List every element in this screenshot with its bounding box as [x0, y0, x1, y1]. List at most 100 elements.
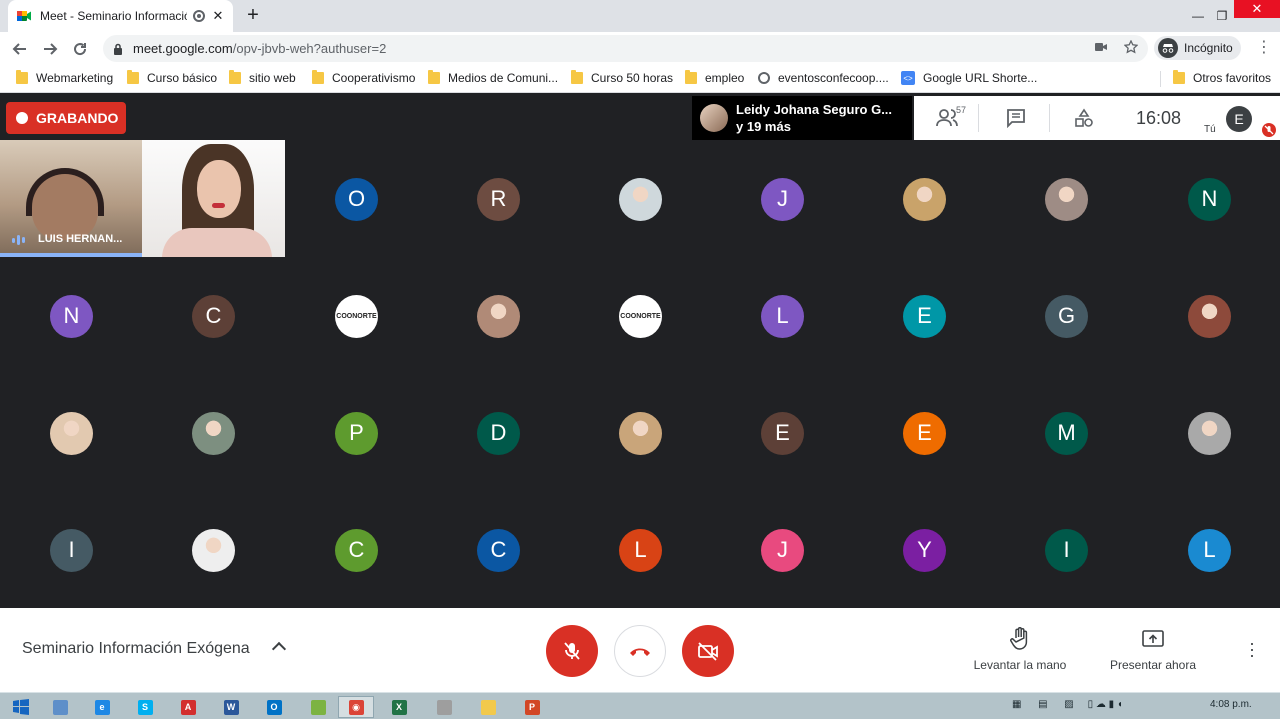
participant-tile[interactable]: COONORTE: [569, 257, 711, 374]
taskbar-app-button[interactable]: [470, 696, 506, 718]
leave-call-button[interactable]: [614, 625, 666, 677]
taskbar-app-button[interactable]: P: [514, 696, 550, 718]
browser-menu-icon[interactable]: ⋮: [1256, 40, 1272, 56]
address-bar[interactable]: meet.google.com /opv-jbvb-weh?authuser=2: [103, 35, 1148, 62]
active-speaker-chip[interactable]: Leidy Johana Seguro G... y 19 más: [692, 96, 912, 140]
participant-tile[interactable]: E: [711, 374, 853, 491]
participant-tile[interactable]: [1138, 257, 1280, 374]
bookmark-item[interactable]: Otros favoritos: [1173, 70, 1271, 85]
taskbar-app-button[interactable]: [426, 696, 462, 718]
meeting-name[interactable]: Seminario Información Exógena: [22, 640, 250, 658]
participant-tile[interactable]: [142, 374, 284, 491]
start-button[interactable]: [6, 696, 36, 718]
more-options-icon[interactable]: · · ·: [1246, 634, 1258, 664]
window-maximize-button[interactable]: ❐: [1210, 0, 1234, 32]
app-icon: P: [524, 699, 540, 715]
taskbar-app-button[interactable]: X: [381, 696, 417, 718]
bookmark-item[interactable]: sitio web: [229, 70, 296, 85]
participant-tile[interactable]: L: [711, 257, 853, 374]
bookmark-item[interactable]: Webmarketing: [16, 70, 113, 85]
participant-tile[interactable]: [995, 140, 1137, 257]
participant-tile[interactable]: L: [569, 491, 711, 608]
incognito-profile-button[interactable]: Incógnito: [1154, 36, 1241, 60]
camera-permission-icon[interactable]: [1094, 40, 1108, 54]
participant-tile[interactable]: C: [142, 257, 284, 374]
participant-tile[interactable]: I: [0, 491, 142, 608]
taskbar-app-button[interactable]: O: [256, 696, 292, 718]
incognito-icon: [1158, 38, 1178, 58]
reload-button[interactable]: [69, 38, 91, 60]
bookmark-item[interactable]: <> Google URL Shorte...: [901, 71, 1037, 85]
participant-tile[interactable]: C: [427, 491, 569, 608]
taskbar-app-button[interactable]: [42, 696, 78, 718]
globe-icon: [758, 72, 770, 84]
bookmark-item[interactable]: Cooperativismo: [312, 70, 415, 85]
taskbar-app-button[interactable]: ◉: [338, 696, 374, 718]
forward-button[interactable]: [39, 38, 61, 60]
participant-tile[interactable]: G: [995, 257, 1137, 374]
participant-tile[interactable]: R: [427, 140, 569, 257]
bookmark-item[interactable]: eventosconfecoop....: [758, 71, 889, 85]
bookmark-item[interactable]: Curso básico: [127, 70, 218, 85]
participant-tile[interactable]: [142, 491, 284, 608]
chat-icon[interactable]: [1006, 108, 1026, 128]
participant-tile[interactable]: N: [0, 257, 142, 374]
taskbar-app-button[interactable]: S: [127, 696, 163, 718]
participant-tile[interactable]: J: [711, 491, 853, 608]
participant-tile[interactable]: E: [853, 374, 995, 491]
participant-video-tile[interactable]: [142, 140, 285, 257]
taskbar-app-button[interactable]: W: [213, 696, 249, 718]
taskbar-app-button[interactable]: A: [170, 696, 206, 718]
participant-tile[interactable]: [1138, 374, 1280, 491]
bookmark-item[interactable]: Medios de Comuni...: [428, 70, 558, 85]
participant-photo-avatar: [192, 411, 235, 455]
participant-tile[interactable]: L: [1138, 491, 1280, 608]
participant-tile[interactable]: [427, 257, 569, 374]
bookmark-label: Curso básico: [147, 71, 218, 85]
participant-tile[interactable]: O: [285, 140, 427, 257]
self-avatar[interactable]: E: [1226, 106, 1252, 132]
taskbar-app-button[interactable]: [300, 696, 336, 718]
participant-tile[interactable]: D: [427, 374, 569, 491]
camera-toggle-button[interactable]: [682, 625, 734, 677]
raise-hand-button[interactable]: Levantar la mano: [965, 626, 1075, 672]
bookmark-item[interactable]: empleo: [685, 70, 744, 85]
app-icon: O: [266, 699, 282, 715]
chevron-up-icon[interactable]: [271, 641, 287, 657]
participant-tile[interactable]: [0, 374, 142, 491]
participant-tile[interactable]: N: [1138, 140, 1280, 257]
participant-tile[interactable]: Y: [853, 491, 995, 608]
present-now-button[interactable]: Presentar ahora: [1103, 626, 1203, 672]
participant-tile[interactable]: C: [285, 491, 427, 608]
google-shortener-icon: <>: [901, 71, 915, 85]
participant-tile[interactable]: [853, 140, 995, 257]
tab-close-icon[interactable]: ✕: [211, 8, 225, 24]
bookmark-star-icon[interactable]: [1124, 40, 1138, 54]
people-icon[interactable]: [936, 108, 958, 128]
people-count: 57: [956, 105, 967, 115]
window-close-button[interactable]: ✕: [1234, 0, 1280, 18]
activities-icon[interactable]: [1074, 108, 1094, 128]
participant-tile[interactable]: E: [853, 257, 995, 374]
participant-tile[interactable]: M: [995, 374, 1137, 491]
participant-tile[interactable]: P: [285, 374, 427, 491]
participant-tile[interactable]: COONORTE: [285, 257, 427, 374]
new-tab-button[interactable]: +: [243, 4, 263, 27]
back-button[interactable]: [9, 38, 31, 60]
meet-bottom-bar: Seminario Información Exógena Levantar l…: [0, 608, 1280, 692]
participant-tile[interactable]: [569, 374, 711, 491]
participant-photo-avatar: [1188, 411, 1231, 455]
participant-tile[interactable]: J: [711, 140, 853, 257]
speaker-avatar: [700, 104, 728, 132]
participant-tile[interactable]: I: [995, 491, 1137, 608]
bookmark-item[interactable]: Curso 50 horas: [571, 70, 673, 85]
browser-tab-meet[interactable]: Meet - Seminario Informació ✕: [8, 0, 233, 32]
window-minimize-button[interactable]: —: [1186, 0, 1210, 32]
participant-name: LUIS HERNAN...: [38, 233, 123, 245]
microphone-toggle-button[interactable]: [546, 625, 598, 677]
participant-photo-avatar: [903, 177, 946, 221]
participant-video-tile[interactable]: LUIS HERNAN...: [0, 140, 142, 257]
participant-photo-avatar: [1188, 294, 1231, 338]
taskbar-app-button[interactable]: e: [84, 696, 120, 718]
participant-tile[interactable]: [569, 140, 711, 257]
